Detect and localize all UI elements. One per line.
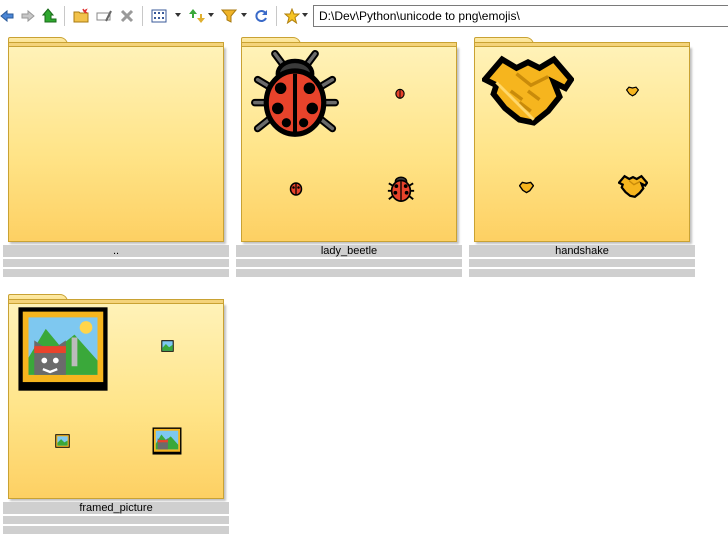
handshake-small-icon [519,181,534,194]
ladybug-small-icon [395,88,405,99]
ladybug-small-icon [289,182,303,196]
favorites-dropdown-icon[interactable] [302,13,308,17]
filter-dropdown-icon[interactable] [241,13,247,17]
forward-arrow-icon[interactable] [19,7,37,25]
ladybug-medium-icon [387,176,415,202]
handshake-small-icon [626,86,639,97]
filter-icon[interactable] [220,7,238,25]
folder-tile-framed-picture[interactable]: framed_picture [3,294,229,544]
handshake-medium-icon [618,174,648,199]
sort-dropdown-icon[interactable] [208,13,214,17]
folder-icon [474,37,690,242]
folder-label: .. [3,245,229,257]
folder-tile-lady-beetle[interactable]: lady_beetle [236,37,462,283]
up-folder-icon[interactable] [41,7,59,25]
framed-picture-small-icon [161,340,174,352]
framed-picture-medium-icon [152,427,182,455]
new-folder-icon[interactable] [72,7,90,25]
address-bar[interactable]: D:\Dev\Python\unicode to png\emojis\ [313,5,728,27]
folder-tile-handshake[interactable]: handshake [469,37,695,283]
folder-label: handshake [469,245,695,257]
folder-icon [241,37,457,242]
view-mode-icon[interactable] [150,7,168,25]
favorites-star-icon[interactable] [283,7,301,25]
framed-picture-icon [18,307,108,391]
handshake-icon [482,55,574,126]
view-mode-dropdown-icon[interactable] [175,13,181,17]
toolbar: D:\Dev\Python\unicode to png\emojis\ [0,0,728,33]
folder-label: lady_beetle [236,245,462,257]
ladybug-icon [251,50,339,137]
folder-icon [8,37,224,242]
rename-icon[interactable] [95,7,113,25]
sort-icon[interactable] [188,7,206,25]
framed-picture-small-icon [55,434,70,448]
folder-label: framed_picture [3,502,229,514]
folder-icon [8,294,224,499]
back-arrow-icon[interactable] [0,7,16,25]
folder-tile-parent[interactable]: .. [3,37,229,283]
refresh-icon[interactable] [252,7,270,25]
delete-icon[interactable] [118,7,136,25]
